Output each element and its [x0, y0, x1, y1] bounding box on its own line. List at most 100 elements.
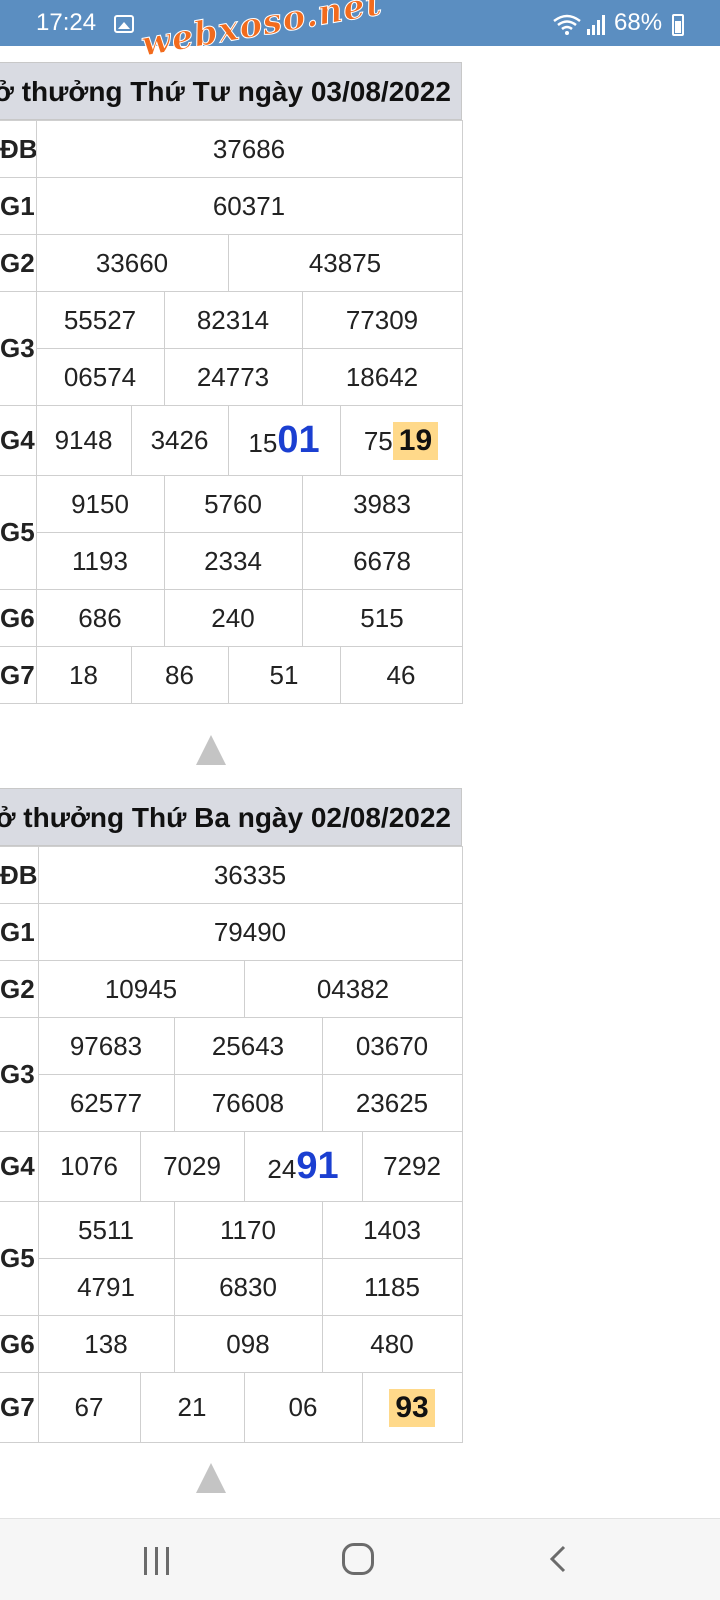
number-cell: 04382: [243, 960, 463, 1018]
number-cell: 18642: [301, 348, 463, 406]
number-cell: 43875: [227, 234, 463, 292]
number-cell: 2334: [163, 532, 303, 590]
prize-label: G4: [0, 405, 37, 476]
results-table: ĐB 36335 G1 79490 G2 10945 04382 G3 9768…: [0, 846, 463, 1443]
number-cell: 75 19: [339, 405, 463, 476]
number-cell: 138: [37, 1315, 175, 1373]
number-cell: 86: [130, 646, 229, 704]
prize-label: G4: [0, 1131, 39, 1202]
row-g5-b: 4791 6830 1185: [0, 1258, 463, 1316]
number-cell: 46: [339, 646, 463, 704]
watermark-logo: webxoso.net: [138, 0, 386, 65]
block-title: Kết quả xổ số mở thưởng Thứ Ba ngày 02/0…: [0, 788, 462, 846]
number-cell: 9150: [35, 475, 165, 533]
number-cell: 5760: [163, 475, 303, 533]
number-cell: 2491: [243, 1131, 363, 1202]
system-nav-bar: [0, 1518, 720, 1600]
number-cell: 9148: [35, 405, 132, 476]
prize-label: G1: [0, 177, 37, 235]
number-cell: 79490: [37, 903, 463, 961]
prize-label: G2: [0, 234, 37, 292]
number-cell: 686: [35, 589, 165, 647]
number-cell: 21: [139, 1372, 245, 1443]
block-title-text: Kết quả xổ số mở thưởng Thứ Tư ngày 03/0…: [0, 76, 451, 107]
number-cell: 37686: [35, 120, 463, 178]
row-db: ĐB 36335: [0, 846, 463, 904]
number-cell: 55527: [35, 291, 165, 349]
row-g2: G2 10945 04382: [0, 960, 463, 1018]
number-cell: 03670: [321, 1017, 463, 1075]
prize-label: G3: [0, 1017, 39, 1132]
number-cell: 6830: [173, 1258, 323, 1316]
number-cell: 62577: [37, 1074, 175, 1132]
number-cell: 1501: [227, 405, 341, 476]
number-head: 75: [363, 425, 393, 456]
number-cell: 7029: [139, 1131, 245, 1202]
number-cell: 76608: [173, 1074, 323, 1132]
number-cell: 25643: [173, 1017, 323, 1075]
number-cell: 1403: [321, 1201, 463, 1259]
number-cell: 33660: [35, 234, 229, 292]
number-cell: 5511: [37, 1201, 175, 1259]
row-g3: G3 55527 82314 77309: [0, 291, 463, 406]
number-last-two: 01: [277, 419, 320, 461]
number-cell: 97683: [37, 1017, 175, 1075]
number-cell: 23625: [321, 1074, 463, 1132]
scroll-top-arrow-icon[interactable]: [196, 735, 226, 765]
number-cell: 3983: [301, 475, 463, 533]
number-cell: 60371: [35, 177, 463, 235]
prize-label: G7: [0, 646, 37, 704]
number-cell: 67: [37, 1372, 141, 1443]
row-g3-b: 06574 24773 18642: [0, 348, 463, 406]
scroll-top-arrow-icon[interactable]: [196, 1463, 226, 1493]
number-cell: 06: [243, 1372, 363, 1443]
back-icon[interactable]: [548, 1545, 568, 1573]
number-cell: 480: [321, 1315, 463, 1373]
number-cell: 06574: [35, 348, 165, 406]
number-cell: 1193: [35, 532, 165, 590]
recent-apps-icon[interactable]: [144, 1547, 170, 1575]
status-bar: 17:24 webxoso.net 68%: [0, 0, 720, 65]
prize-label: G7: [0, 1372, 39, 1443]
number-cell: 098: [173, 1315, 323, 1373]
number-cell: 3426: [130, 405, 229, 476]
prize-label: G5: [0, 475, 37, 590]
number-last-two: 91: [296, 1145, 339, 1187]
result-block-tuesday: Kết quả xổ số mở thưởng Thứ Ba ngày 02/0…: [0, 788, 463, 1443]
row-g5: G5 9150 5760 3983: [0, 475, 463, 590]
home-icon[interactable]: [342, 1543, 374, 1575]
number-cell: 51: [227, 646, 341, 704]
row-g2: G2 33660 43875: [0, 234, 463, 292]
row-g7: G7 18 86 51 46: [0, 646, 463, 704]
number-cell: 77309: [301, 291, 463, 349]
image-icon: [114, 15, 134, 33]
status-time: 17:24: [36, 9, 97, 36]
prize-label: G6: [0, 1315, 39, 1373]
prize-label: G6: [0, 589, 37, 647]
number-cell: 6678: [301, 532, 463, 590]
row-g1: G1 79490: [0, 903, 463, 961]
prize-label: G5: [0, 1201, 39, 1316]
number-cell: 36335: [37, 846, 463, 904]
number-cell: 1185: [321, 1258, 463, 1316]
block-title-text: Kết quả xổ số mở thưởng Thứ Ba ngày 02/0…: [0, 802, 451, 833]
row-g4: G4 9148 3426 1501 75 19: [0, 405, 463, 476]
row-g1: G1 60371: [0, 177, 463, 235]
row-g5-b: 1193 2334 6678: [0, 532, 463, 590]
battery-icon: [672, 14, 684, 36]
number-cell: 4791: [37, 1258, 175, 1316]
number-head: 15: [248, 428, 278, 458]
number-cell: 240: [163, 589, 303, 647]
row-g6: G6 138 098 480: [0, 1315, 463, 1373]
row-g4: G4 1076 7029 2491 7292: [0, 1131, 463, 1202]
block-title: Kết quả xổ số mở thưởng Thứ Tư ngày 03/0…: [0, 62, 462, 120]
row-db: ĐB 37686: [0, 120, 463, 178]
number-cell: 10945: [37, 960, 245, 1018]
signal-icon: [587, 15, 605, 35]
prize-label: ĐB: [0, 846, 39, 904]
row-g7: G7 67 21 06 93: [0, 1372, 463, 1443]
number-cell: 7292: [361, 1131, 463, 1202]
prize-label: G1: [0, 903, 39, 961]
number-cell: 1170: [173, 1201, 323, 1259]
row-g5: G5 5511 1170 1403: [0, 1201, 463, 1316]
